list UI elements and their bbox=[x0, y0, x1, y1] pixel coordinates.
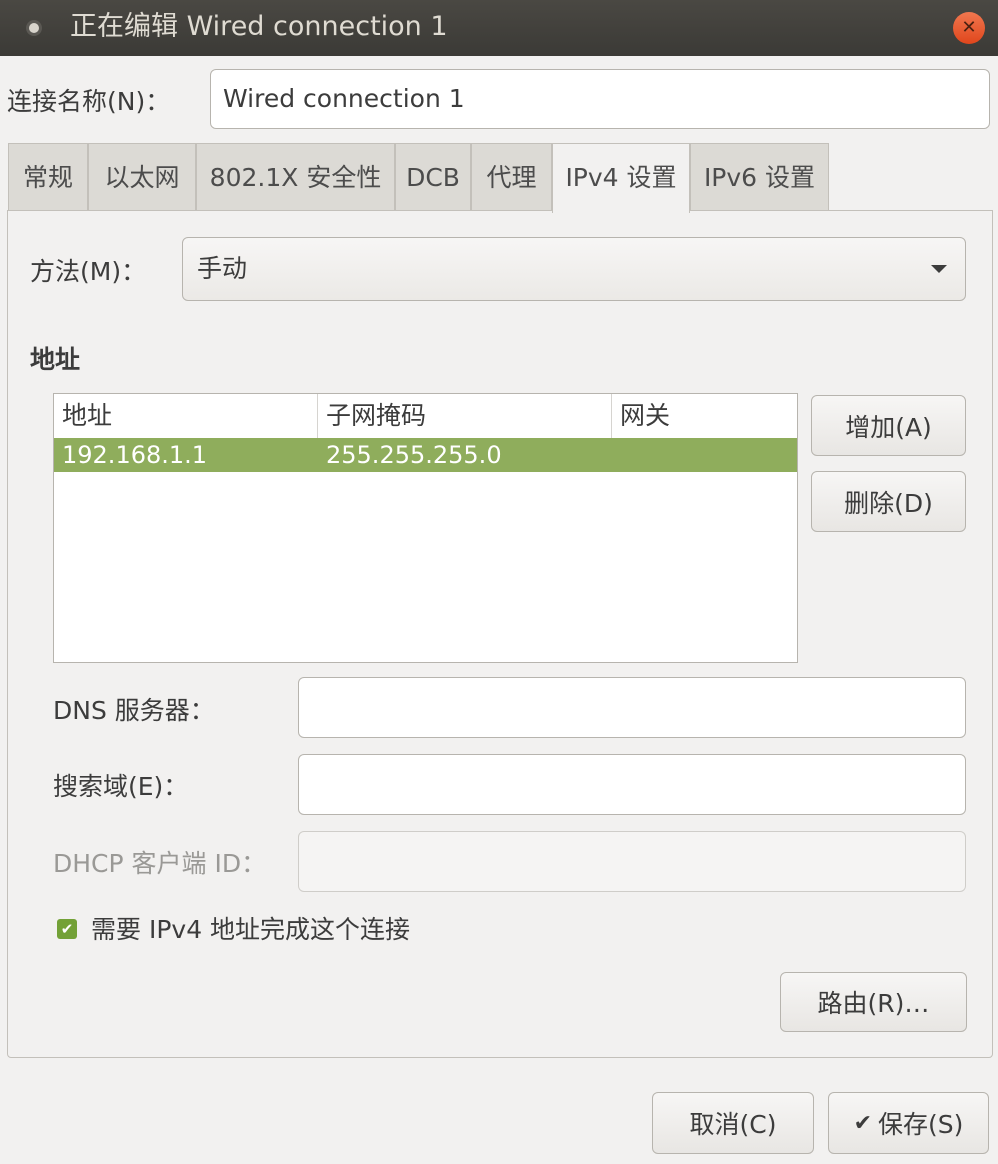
dhcp-client-id-input bbox=[298, 831, 966, 892]
tab-ipv6-settings[interactable]: IPv6 设置 bbox=[690, 143, 829, 211]
cancel-button[interactable]: 取消(C) bbox=[652, 1092, 814, 1154]
delete-address-button[interactable]: 删除(D) bbox=[811, 471, 966, 532]
address-table[interactable]: 地址 子网掩码 网关 192.168.1.1 255.255.255.0 bbox=[53, 393, 798, 663]
method-label: 方法(M)： bbox=[30, 257, 147, 286]
chevron-down-icon bbox=[931, 265, 947, 273]
add-address-button[interactable]: 增加(A) bbox=[811, 395, 966, 456]
tab-dcb[interactable]: DCB bbox=[395, 143, 471, 211]
dns-servers-label: DNS 服务器： bbox=[53, 696, 215, 725]
window-titlebar: 正在编辑 Wired connection 1 ✕ bbox=[0, 0, 998, 56]
search-domains-label: 搜索域(E)： bbox=[53, 772, 189, 801]
dhcp-client-id-label: DHCP 客户端 ID： bbox=[53, 849, 267, 878]
table-row[interactable]: 192.168.1.1 255.255.255.0 bbox=[54, 438, 797, 472]
tab-proxy[interactable]: 代理 bbox=[471, 143, 552, 211]
cell-netmask[interactable]: 255.255.255.0 bbox=[318, 438, 612, 472]
tab-ipv4-settings[interactable]: IPv4 设置 bbox=[552, 143, 690, 213]
cell-gateway[interactable] bbox=[612, 438, 797, 472]
column-header-netmask[interactable]: 子网掩码 bbox=[318, 394, 612, 438]
column-header-address[interactable]: 地址 bbox=[54, 394, 318, 438]
method-dropdown[interactable]: 手动 bbox=[182, 237, 966, 301]
method-value: 手动 bbox=[197, 254, 248, 283]
window-title: 正在编辑 Wired connection 1 bbox=[70, 11, 448, 42]
require-ipv4-label[interactable]: 需要 IPv4 地址完成这个连接 bbox=[91, 914, 410, 946]
search-domains-input[interactable] bbox=[298, 754, 966, 815]
tab-8021x-security[interactable]: 802.1X 安全性 bbox=[196, 143, 395, 211]
tab-ethernet[interactable]: 以太网 bbox=[88, 143, 196, 211]
checkmark-icon: ✔ bbox=[853, 1110, 873, 1136]
save-button[interactable]: ✔ 保存(S) bbox=[828, 1092, 989, 1154]
close-window-button[interactable]: ✕ bbox=[953, 12, 985, 44]
tab-general[interactable]: 常规 bbox=[8, 143, 88, 211]
routes-button[interactable]: 路由(R)… bbox=[780, 972, 967, 1032]
dns-servers-input[interactable] bbox=[298, 677, 966, 738]
save-button-label: 保存(S) bbox=[878, 1110, 964, 1139]
connection-name-input[interactable]: Wired connection 1 bbox=[210, 69, 990, 129]
cell-address[interactable]: 192.168.1.1 bbox=[54, 438, 318, 472]
window-menu-icon[interactable] bbox=[26, 20, 42, 36]
require-ipv4-checkbox[interactable]: ✔ bbox=[57, 919, 77, 939]
connection-name-label: 连接名称(N)： bbox=[7, 87, 171, 116]
column-header-gateway[interactable]: 网关 bbox=[612, 394, 797, 438]
address-section-title: 地址 bbox=[30, 345, 81, 374]
